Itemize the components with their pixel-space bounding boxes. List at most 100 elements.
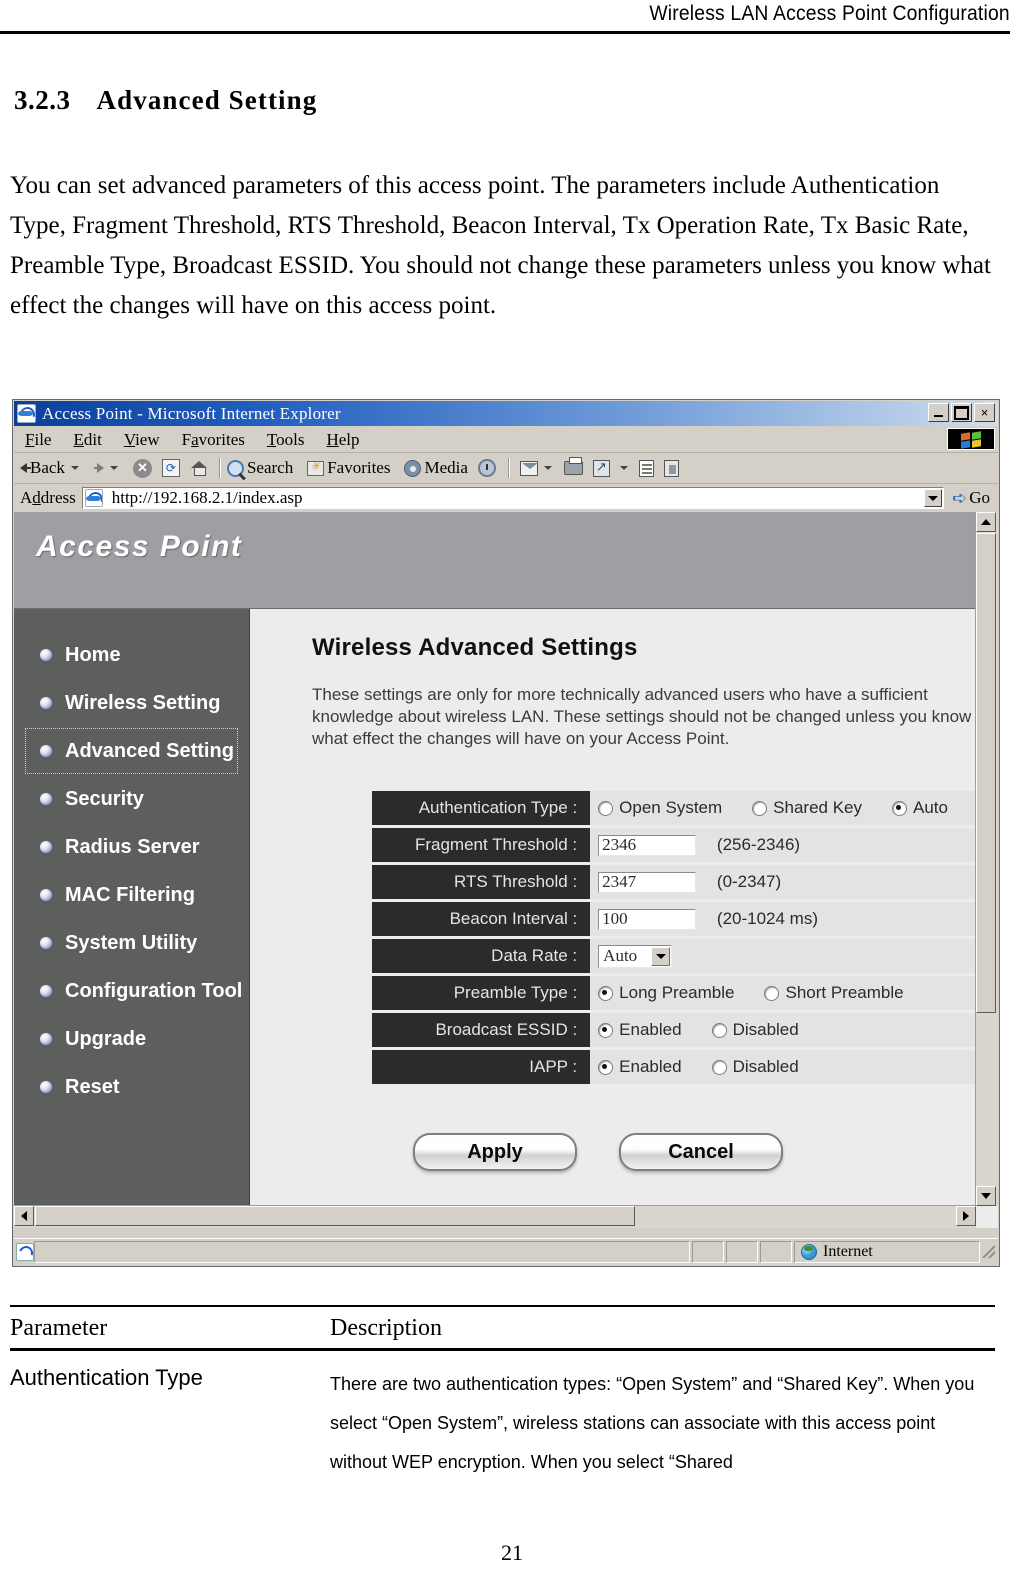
maximize-button[interactable] bbox=[951, 403, 972, 422]
radio-shared-key[interactable]: Shared Key bbox=[752, 798, 862, 818]
status-security-zone[interactable]: Internet bbox=[794, 1241, 980, 1263]
messenger-icon[interactable] bbox=[663, 459, 679, 477]
address-label: Address bbox=[20, 488, 76, 507]
sidebar-item-mac-filtering[interactable]: MAC Filtering bbox=[14, 871, 249, 919]
search-icon bbox=[226, 459, 244, 477]
search-button[interactable]: Search bbox=[226, 458, 294, 478]
stop-icon[interactable]: ✕ bbox=[132, 458, 152, 478]
menu-edit[interactable]: Edit bbox=[62, 430, 112, 450]
data-rate-select[interactable]: Auto bbox=[598, 944, 673, 968]
scroll-right-button[interactable] bbox=[956, 1206, 976, 1226]
sidebar-item-configuration-tool[interactable]: Configuration Tool bbox=[14, 967, 249, 1015]
history-clock-icon[interactable] bbox=[477, 459, 496, 477]
page-vertical-scrollbar[interactable] bbox=[975, 512, 998, 1206]
address-input[interactable]: http://192.168.2.1/index.asp bbox=[81, 487, 945, 509]
radio-short-preamble[interactable]: Short Preamble bbox=[764, 983, 904, 1003]
mail-dropdown-icon[interactable] bbox=[543, 466, 552, 470]
sidebar-item-radius-server[interactable]: Radius Server bbox=[14, 823, 249, 871]
label-authentication-type: Authentication Type : bbox=[372, 791, 591, 825]
radio-icon bbox=[711, 1059, 727, 1075]
sidebar-item-system-utility[interactable]: System Utility bbox=[14, 919, 249, 967]
fragment-threshold-input[interactable]: 2346 bbox=[598, 834, 697, 856]
menu-help[interactable]: Help bbox=[315, 430, 370, 450]
form-actions: Apply Cancel bbox=[250, 1133, 976, 1171]
print-icon[interactable] bbox=[563, 457, 583, 475]
radio-label: Auto bbox=[913, 798, 948, 817]
beacon-interval-input[interactable]: 100 bbox=[598, 908, 697, 930]
label-iapp: IAPP : bbox=[372, 1050, 591, 1084]
refresh-icon[interactable]: ⟳ bbox=[161, 459, 180, 477]
favorites-button[interactable]: Favorites bbox=[307, 458, 390, 478]
sidebar-item-home[interactable]: Home bbox=[14, 631, 249, 679]
radio-broadcast-disabled[interactable]: Disabled bbox=[711, 1020, 799, 1040]
menu-file[interactable]: File bbox=[14, 430, 62, 450]
mail-icon[interactable] bbox=[519, 460, 538, 476]
page-number: 21 bbox=[501, 1540, 523, 1565]
chevron-down-icon[interactable] bbox=[70, 466, 79, 470]
apply-button[interactable]: Apply bbox=[413, 1133, 577, 1171]
intro-paragraph: You can set advanced parameters of this … bbox=[10, 172, 991, 319]
cancel-button[interactable]: Cancel bbox=[619, 1133, 783, 1171]
forward-button[interactable] bbox=[89, 463, 124, 473]
radio-iapp-enabled[interactable]: Enabled bbox=[598, 1057, 682, 1077]
chevron-down-icon[interactable] bbox=[651, 946, 671, 966]
home-icon[interactable] bbox=[190, 459, 208, 477]
radio-auto[interactable]: Auto bbox=[892, 798, 948, 818]
chevron-down-icon-forward[interactable] bbox=[109, 466, 118, 470]
authentication-type-radio-group: Open System Shared Key Auto bbox=[598, 798, 976, 818]
menu-view[interactable]: View bbox=[113, 430, 171, 450]
scroll-up-button[interactable] bbox=[976, 512, 996, 532]
app-sidebar: Home Wireless Setting Advanced Setting S… bbox=[14, 609, 250, 1228]
radio-label: Disabled bbox=[732, 1020, 799, 1039]
vertical-scroll-thumb[interactable] bbox=[976, 533, 996, 1013]
sidebar-item-reset[interactable]: Reset bbox=[14, 1063, 249, 1111]
sidebar-item-label: MAC Filtering bbox=[65, 883, 195, 906]
go-button[interactable]: ➪ Go bbox=[944, 488, 998, 509]
radio-icon-selected bbox=[598, 985, 614, 1001]
page-horizontal-scrollbar[interactable] bbox=[14, 1205, 976, 1228]
scroll-down-button[interactable] bbox=[976, 1186, 996, 1206]
triangle-down-icon bbox=[981, 1193, 991, 1199]
value-broadcast-essid: Enabled Disabled bbox=[590, 1013, 976, 1047]
toolbar-separator-2 bbox=[507, 458, 510, 478]
radio-iapp-disabled[interactable]: Disabled bbox=[711, 1057, 799, 1077]
sidebar-item-upgrade[interactable]: Upgrade bbox=[14, 1015, 249, 1063]
radio-broadcast-enabled[interactable]: Enabled bbox=[598, 1020, 682, 1040]
table-header-row: Parameter Description bbox=[10, 1307, 995, 1348]
scroll-left-button[interactable] bbox=[14, 1206, 34, 1226]
value-authentication-type: Open System Shared Key Auto bbox=[590, 791, 976, 825]
sidebar-item-label: System Utility bbox=[65, 931, 198, 954]
broadcast-essid-radio-group: Enabled Disabled bbox=[598, 1020, 976, 1040]
address-dropdown-button[interactable] bbox=[924, 489, 943, 507]
discuss-icon[interactable] bbox=[638, 459, 654, 477]
media-button[interactable]: Media bbox=[404, 458, 468, 478]
row-broadcast-essid: Broadcast ESSID : Enabled Disabled bbox=[372, 1013, 976, 1047]
bullet-icon bbox=[40, 649, 52, 661]
rts-threshold-input[interactable]: 2347 bbox=[598, 871, 697, 893]
bullet-icon bbox=[40, 697, 52, 709]
resize-grip-icon[interactable] bbox=[982, 1245, 996, 1259]
go-label: Go bbox=[969, 488, 990, 507]
search-label: Search bbox=[246, 458, 294, 477]
radio-open-system[interactable]: Open System bbox=[598, 798, 722, 818]
sidebar-item-advanced-setting[interactable]: Advanced Setting bbox=[24, 727, 239, 775]
radio-long-preamble[interactable]: Long Preamble bbox=[598, 983, 734, 1003]
edit-icon[interactable] bbox=[592, 459, 610, 477]
horizontal-scroll-thumb[interactable] bbox=[35, 1206, 635, 1226]
close-button[interactable]: × bbox=[974, 403, 995, 422]
table-row: Authentication Type There are two authen… bbox=[10, 1351, 995, 1482]
app-banner-title: Access Point bbox=[36, 530, 243, 563]
menu-favorites[interactable]: Favorites bbox=[171, 430, 256, 450]
sidebar-item-label: Wireless Setting bbox=[65, 691, 221, 714]
sidebar-item-security[interactable]: Security bbox=[14, 775, 249, 823]
back-button[interactable]: Back bbox=[20, 458, 85, 478]
app-banner: Access Point bbox=[14, 512, 998, 609]
sidebar-item-wireless-setting[interactable]: Wireless Setting bbox=[14, 679, 249, 727]
menu-tools[interactable]: Tools bbox=[256, 430, 316, 450]
column-header-parameter: Parameter bbox=[10, 1315, 108, 1341]
edit-dropdown-icon[interactable] bbox=[619, 466, 628, 470]
minimize-button[interactable] bbox=[928, 403, 949, 422]
status-pane-2 bbox=[726, 1241, 758, 1263]
radio-label: Enabled bbox=[619, 1057, 682, 1076]
sidebar-item-label: Advanced Setting bbox=[65, 739, 234, 762]
